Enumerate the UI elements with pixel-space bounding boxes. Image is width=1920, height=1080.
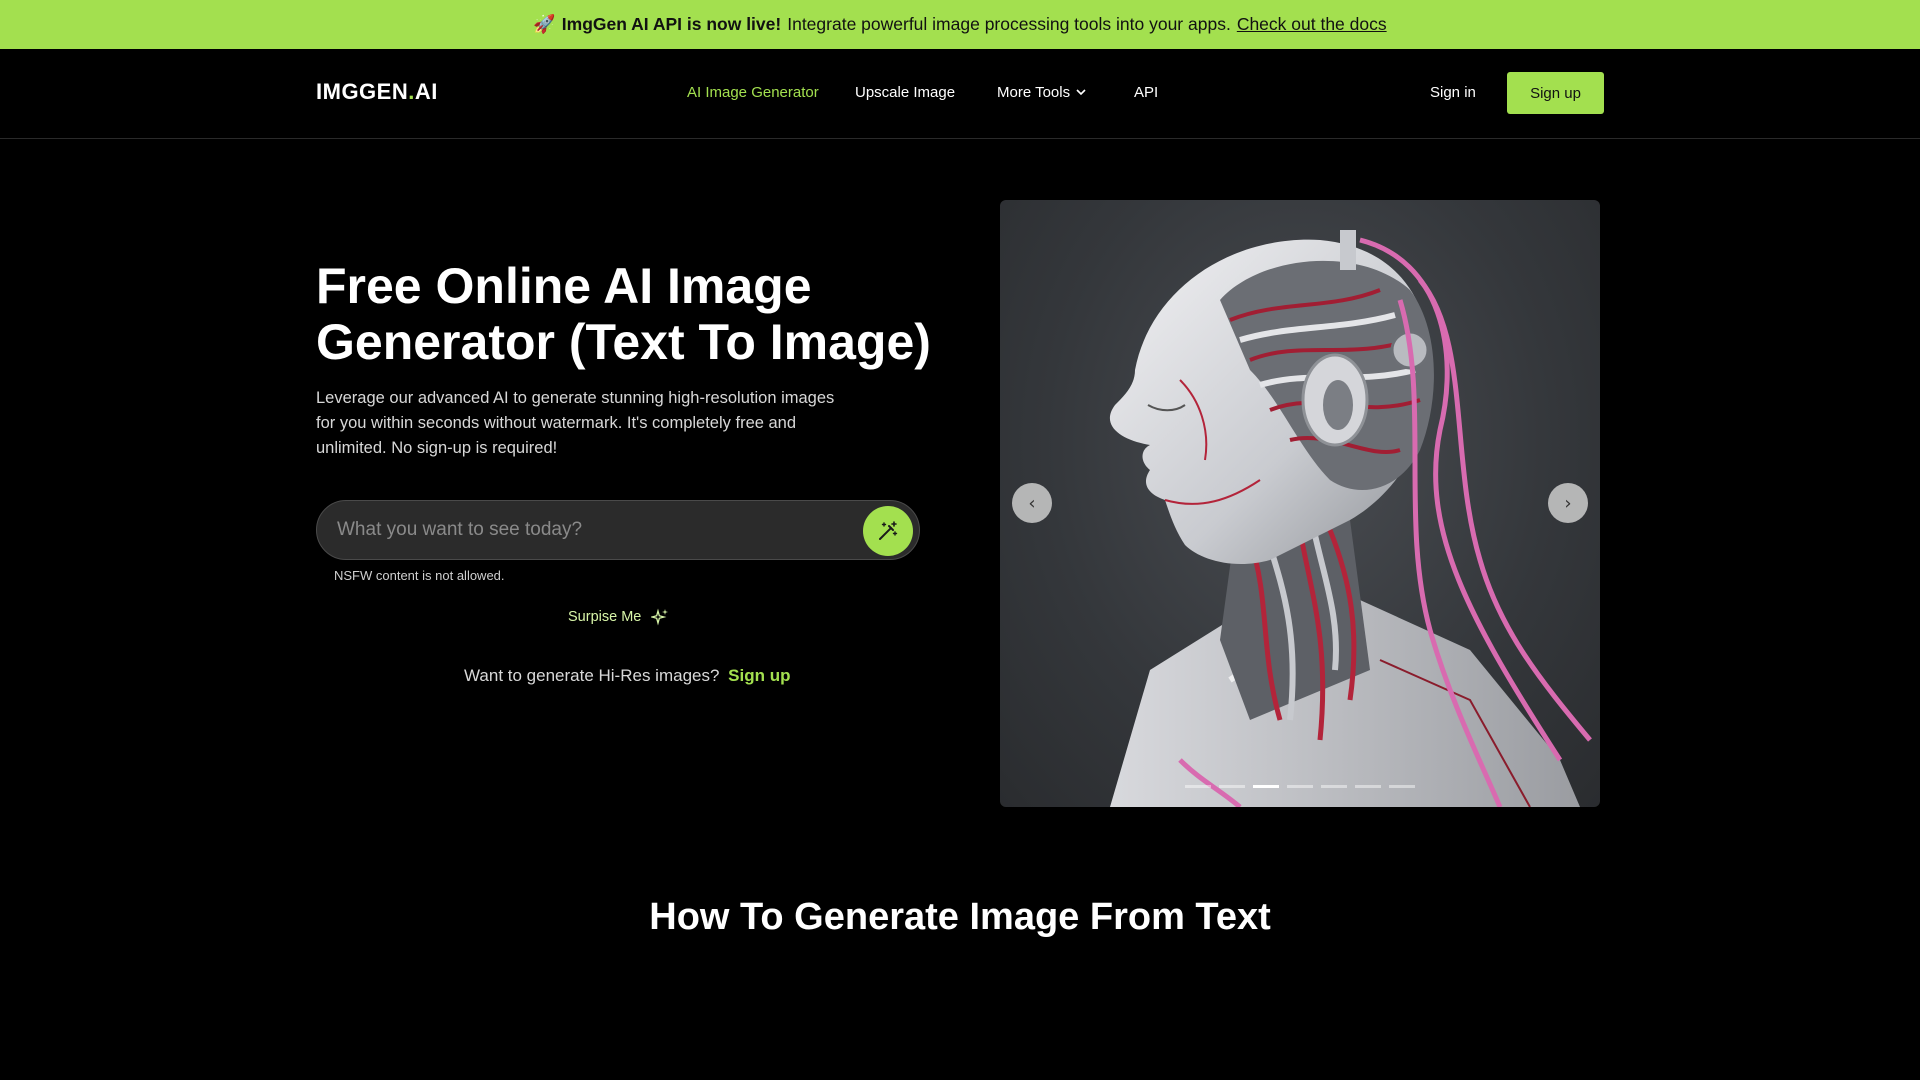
- surprise-me-button[interactable]: Surpise Me: [568, 608, 669, 626]
- nav-more-tools-label: More Tools: [997, 84, 1071, 101]
- hires-sign-up-link[interactable]: Sign up: [728, 666, 790, 685]
- logo-suffix: AI: [414, 79, 438, 104]
- prompt-box: [316, 500, 920, 560]
- nav-api[interactable]: API: [1134, 84, 1158, 101]
- carousel-prev-button[interactable]: ‹: [1012, 483, 1052, 523]
- generate-button[interactable]: [863, 506, 913, 556]
- docs-link[interactable]: Check out the docs: [1237, 14, 1387, 35]
- sign-up-button[interactable]: Sign up: [1507, 72, 1604, 114]
- logo[interactable]: IMGGEN.AI: [316, 79, 438, 105]
- chevron-down-icon: [1076, 89, 1086, 96]
- logo-dot: .: [408, 79, 415, 104]
- image-carousel: ‹ ›: [1000, 200, 1600, 807]
- hires-prompt: Want to generate Hi-Res images? Sign up: [464, 666, 791, 686]
- carousel-slide-image: [1109, 230, 1592, 807]
- carousel-indicator[interactable]: [1389, 785, 1415, 788]
- carousel-indicators: [1000, 785, 1600, 788]
- announcement-bar: 🚀 ImgGen AI API is now live! Integrate p…: [0, 0, 1920, 49]
- sign-in-link[interactable]: Sign in: [1430, 84, 1476, 101]
- carousel-indicator[interactable]: [1253, 785, 1279, 788]
- carousel-indicator[interactable]: [1219, 785, 1245, 788]
- logo-text: IMGGEN: [316, 79, 409, 104]
- carousel-next-button[interactable]: ›: [1548, 483, 1588, 523]
- carousel-indicator[interactable]: [1185, 785, 1211, 788]
- nsfw-note: NSFW content is not allowed.: [334, 568, 505, 583]
- hires-text: Want to generate Hi-Res images?: [464, 666, 720, 685]
- magic-wand-icon: [879, 521, 898, 540]
- nav-ai-image-generator[interactable]: AI Image Generator: [687, 84, 819, 101]
- nav-upscale-image[interactable]: Upscale Image: [855, 84, 955, 101]
- site-header: IMGGEN.AI AI Image Generator Upscale Ima…: [0, 49, 1920, 139]
- carousel-indicator[interactable]: [1321, 785, 1347, 788]
- sparkles-icon: [651, 608, 669, 626]
- nav-more-tools[interactable]: More Tools: [997, 84, 1088, 101]
- announcement-headline: ImgGen AI API is now live!: [561, 14, 782, 34]
- announcement-text: Integrate powerful image processing tool…: [787, 14, 1231, 34]
- surprise-me-label: Surpise Me: [568, 609, 642, 625]
- section-title: How To Generate Image From Text: [649, 896, 1271, 938]
- prompt-input[interactable]: [337, 501, 837, 559]
- hero-description: Leverage our advanced AI to generate stu…: [316, 389, 835, 457]
- carousel-indicator[interactable]: [1355, 785, 1381, 788]
- carousel-indicator[interactable]: [1287, 785, 1313, 788]
- rocket-icon: 🚀: [533, 14, 556, 34]
- hero-title: Free Online AI Image Generator (Text To …: [316, 258, 931, 370]
